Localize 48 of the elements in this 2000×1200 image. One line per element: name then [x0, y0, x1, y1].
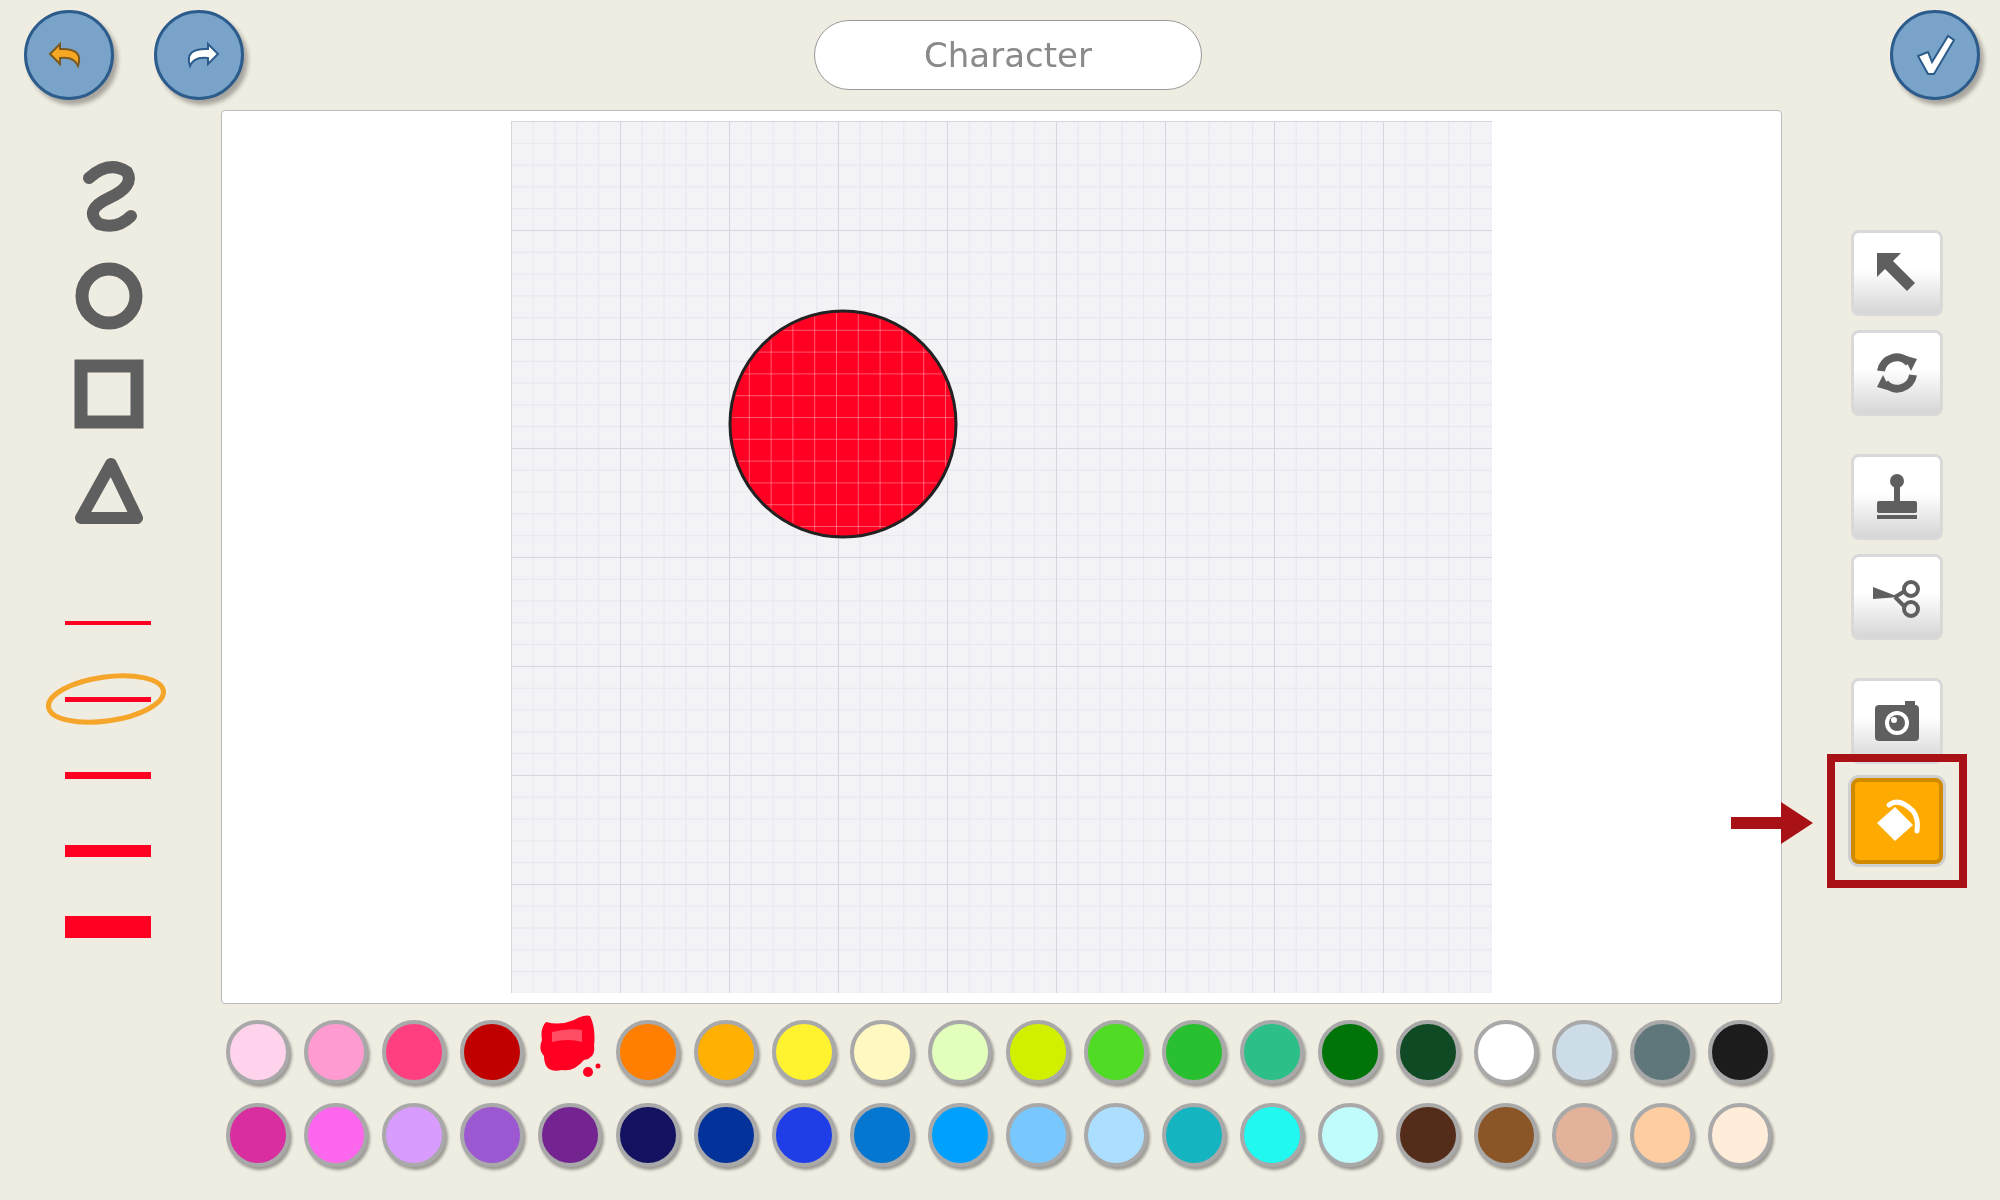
color-swatch[interactable]: [1630, 1103, 1694, 1167]
color-swatch[interactable]: [382, 1020, 446, 1084]
color-swatch[interactable]: [1318, 1103, 1382, 1167]
camera-tool-button[interactable]: [1851, 678, 1943, 764]
color-swatch[interactable]: [616, 1020, 680, 1084]
stamp-tool-button[interactable]: [1851, 454, 1943, 540]
color-swatch[interactable]: [850, 1020, 914, 1084]
color-swatch[interactable]: [226, 1103, 290, 1167]
cut-tool-button[interactable]: [1851, 554, 1943, 640]
color-swatch[interactable]: [538, 1103, 602, 1167]
color-swatch[interactable]: [1006, 1020, 1070, 1084]
color-swatch[interactable]: [1084, 1103, 1148, 1167]
filled-circle-shape[interactable]: [727, 308, 959, 540]
color-swatch[interactable]: [1240, 1103, 1304, 1167]
color-swatch[interactable]: [1240, 1020, 1304, 1084]
fill-tool-button[interactable]: [1851, 778, 1943, 864]
color-swatch[interactable]: [1162, 1103, 1226, 1167]
color-swatch[interactable]: [1318, 1020, 1382, 1084]
color-swatch[interactable]: [928, 1020, 992, 1084]
color-swatch[interactable]: [1084, 1020, 1148, 1084]
color-swatch[interactable]: [304, 1020, 368, 1084]
color-swatch[interactable]: [1630, 1020, 1694, 1084]
name-field[interactable]: Character: [814, 20, 1202, 90]
color-swatch[interactable]: [226, 1020, 290, 1084]
color-swatch[interactable]: [1708, 1103, 1772, 1167]
color-swatch[interactable]: [1474, 1020, 1538, 1084]
color-swatch[interactable]: [1006, 1103, 1070, 1167]
color-swatch[interactable]: [1396, 1020, 1460, 1084]
color-swatch[interactable]: [694, 1020, 758, 1084]
color-swatch[interactable]: [772, 1020, 836, 1084]
color-swatch[interactable]: [1474, 1103, 1538, 1167]
color-swatch[interactable]: [1162, 1020, 1226, 1084]
color-swatch[interactable]: [928, 1103, 992, 1167]
rotate-tool-button[interactable]: [1851, 330, 1943, 416]
color-swatch[interactable]: [772, 1103, 836, 1167]
color-swatch[interactable]: [1552, 1020, 1616, 1084]
color-swatch[interactable]: [850, 1103, 914, 1167]
color-swatch[interactable]: [1552, 1103, 1616, 1167]
drawing-grid[interactable]: [511, 121, 1492, 993]
color-swatch[interactable]: [1708, 1020, 1772, 1084]
color-swatch[interactable]: [304, 1103, 368, 1167]
color-swatch[interactable]: [694, 1103, 758, 1167]
color-swatch[interactable]: [616, 1103, 680, 1167]
color-swatch[interactable]: [382, 1103, 446, 1167]
color-swatch[interactable]: [460, 1103, 524, 1167]
select-tool-button[interactable]: [1851, 230, 1943, 316]
color-swatch[interactable]: [460, 1020, 524, 1084]
color-swatch[interactable]: [1396, 1103, 1460, 1167]
